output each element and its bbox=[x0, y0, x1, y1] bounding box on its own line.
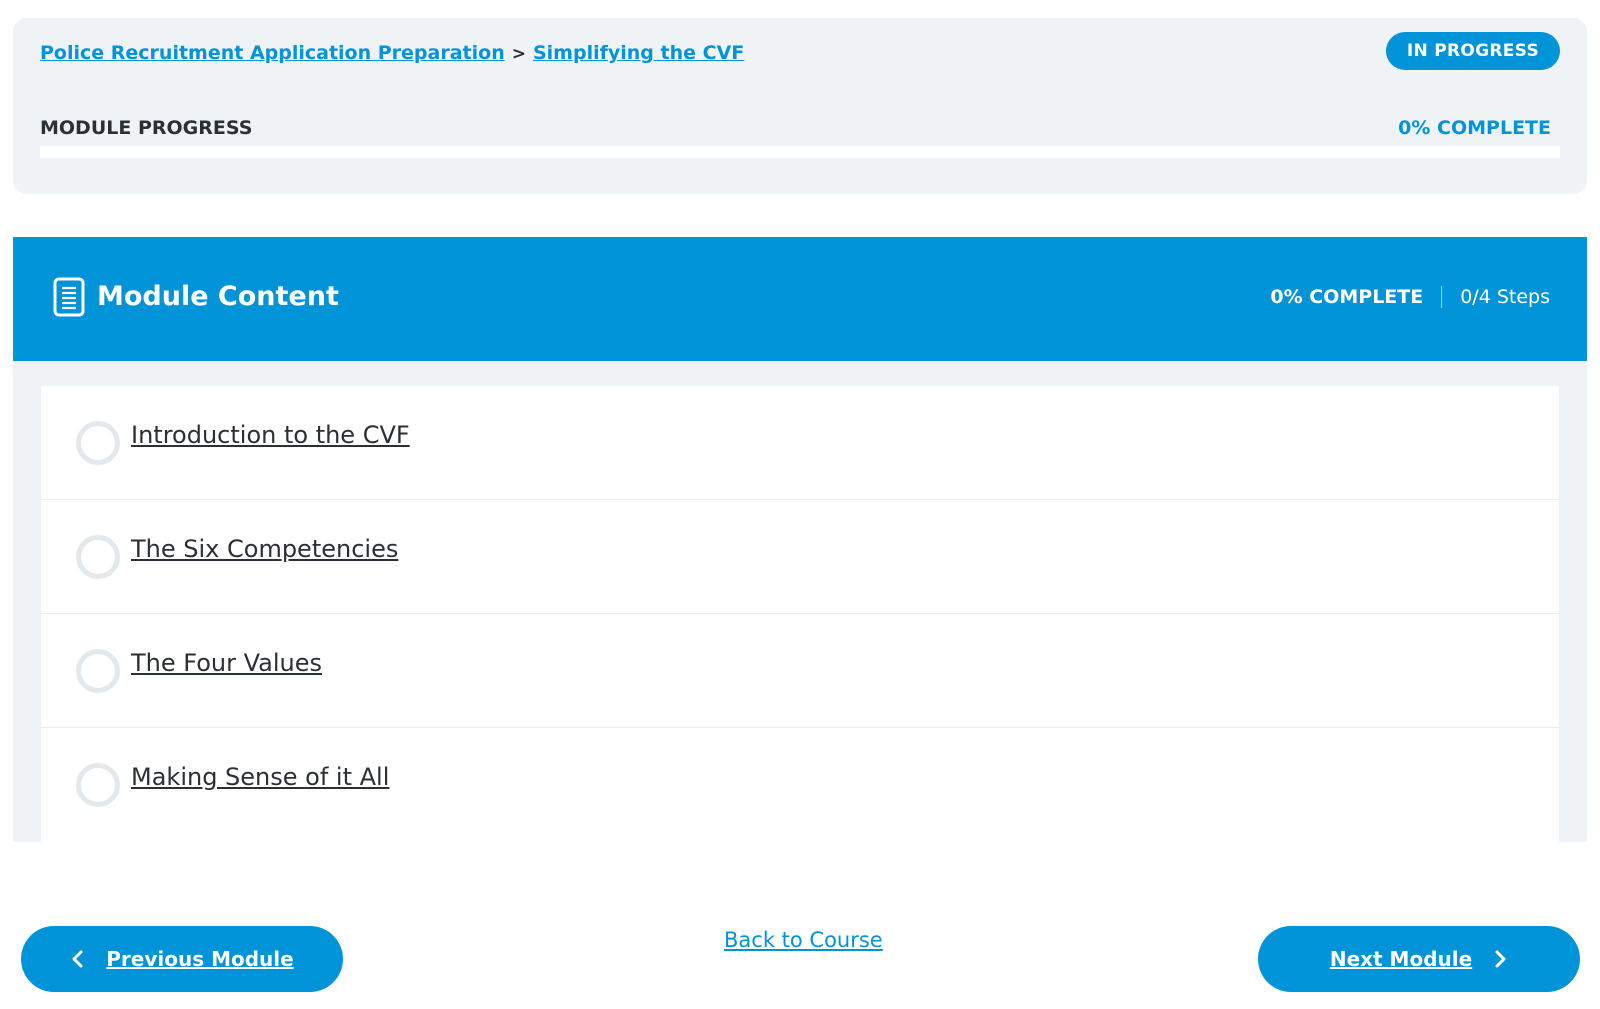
incomplete-status-icon bbox=[76, 535, 120, 579]
content-percent-complete: 0% COMPLETE bbox=[1270, 286, 1424, 308]
content-steps-count: 0/4 Steps bbox=[1460, 286, 1550, 308]
step-link[interactable]: The Six Competencies bbox=[131, 535, 398, 563]
module-content-stats: 0% COMPLETE 0/4 Steps bbox=[1270, 286, 1550, 308]
breadcrumb-separator: > bbox=[511, 44, 526, 64]
module-progress-percent: 0% COMPLETE bbox=[1398, 117, 1551, 139]
stats-divider bbox=[1441, 286, 1443, 308]
incomplete-status-icon bbox=[76, 421, 120, 465]
incomplete-status-icon bbox=[76, 763, 120, 807]
breadcrumb-course-link[interactable]: Police Recruitment Application Preparati… bbox=[40, 42, 505, 64]
step-link[interactable]: The Four Values bbox=[131, 649, 322, 677]
step-link[interactable]: Making Sense of it All bbox=[131, 763, 389, 791]
status-badge: IN PROGRESS bbox=[1385, 32, 1560, 70]
step-link[interactable]: Introduction to the CVF bbox=[131, 421, 410, 449]
module-content-title: Module Content bbox=[97, 281, 339, 312]
back-to-course-link[interactable]: Back to Course bbox=[724, 928, 883, 952]
list-item[interactable]: Making Sense of it All bbox=[41, 728, 1559, 842]
previous-module-button[interactable]: Previous Module bbox=[21, 926, 343, 992]
module-steps-panel: Introduction to the CVF The Six Competen… bbox=[13, 361, 1587, 842]
next-module-button[interactable]: Next Module bbox=[1258, 926, 1580, 992]
status-card-header: Police Recruitment Application Preparati… bbox=[13, 18, 1587, 91]
module-progress-label: MODULE PROGRESS bbox=[40, 117, 253, 139]
breadcrumb: Police Recruitment Application Preparati… bbox=[40, 42, 744, 64]
list-item[interactable]: The Four Values bbox=[41, 614, 1559, 728]
list-item[interactable]: Introduction to the CVF bbox=[41, 386, 1559, 500]
previous-module-label: Previous Module bbox=[106, 947, 294, 971]
document-icon bbox=[53, 277, 85, 317]
chevron-left-icon bbox=[72, 950, 83, 968]
breadcrumb-module-link[interactable]: Simplifying the CVF bbox=[533, 42, 744, 64]
chevron-right-icon bbox=[1495, 950, 1506, 968]
module-steps-list: Introduction to the CVF The Six Competen… bbox=[41, 386, 1559, 842]
next-module-label: Next Module bbox=[1329, 947, 1473, 971]
module-content-header: Module Content 0% COMPLETE 0/4 Steps bbox=[13, 237, 1587, 361]
incomplete-status-icon bbox=[76, 649, 120, 693]
module-progress-bar bbox=[40, 146, 1560, 158]
list-item[interactable]: The Six Competencies bbox=[41, 500, 1559, 614]
module-status-card: Police Recruitment Application Preparati… bbox=[13, 18, 1587, 194]
